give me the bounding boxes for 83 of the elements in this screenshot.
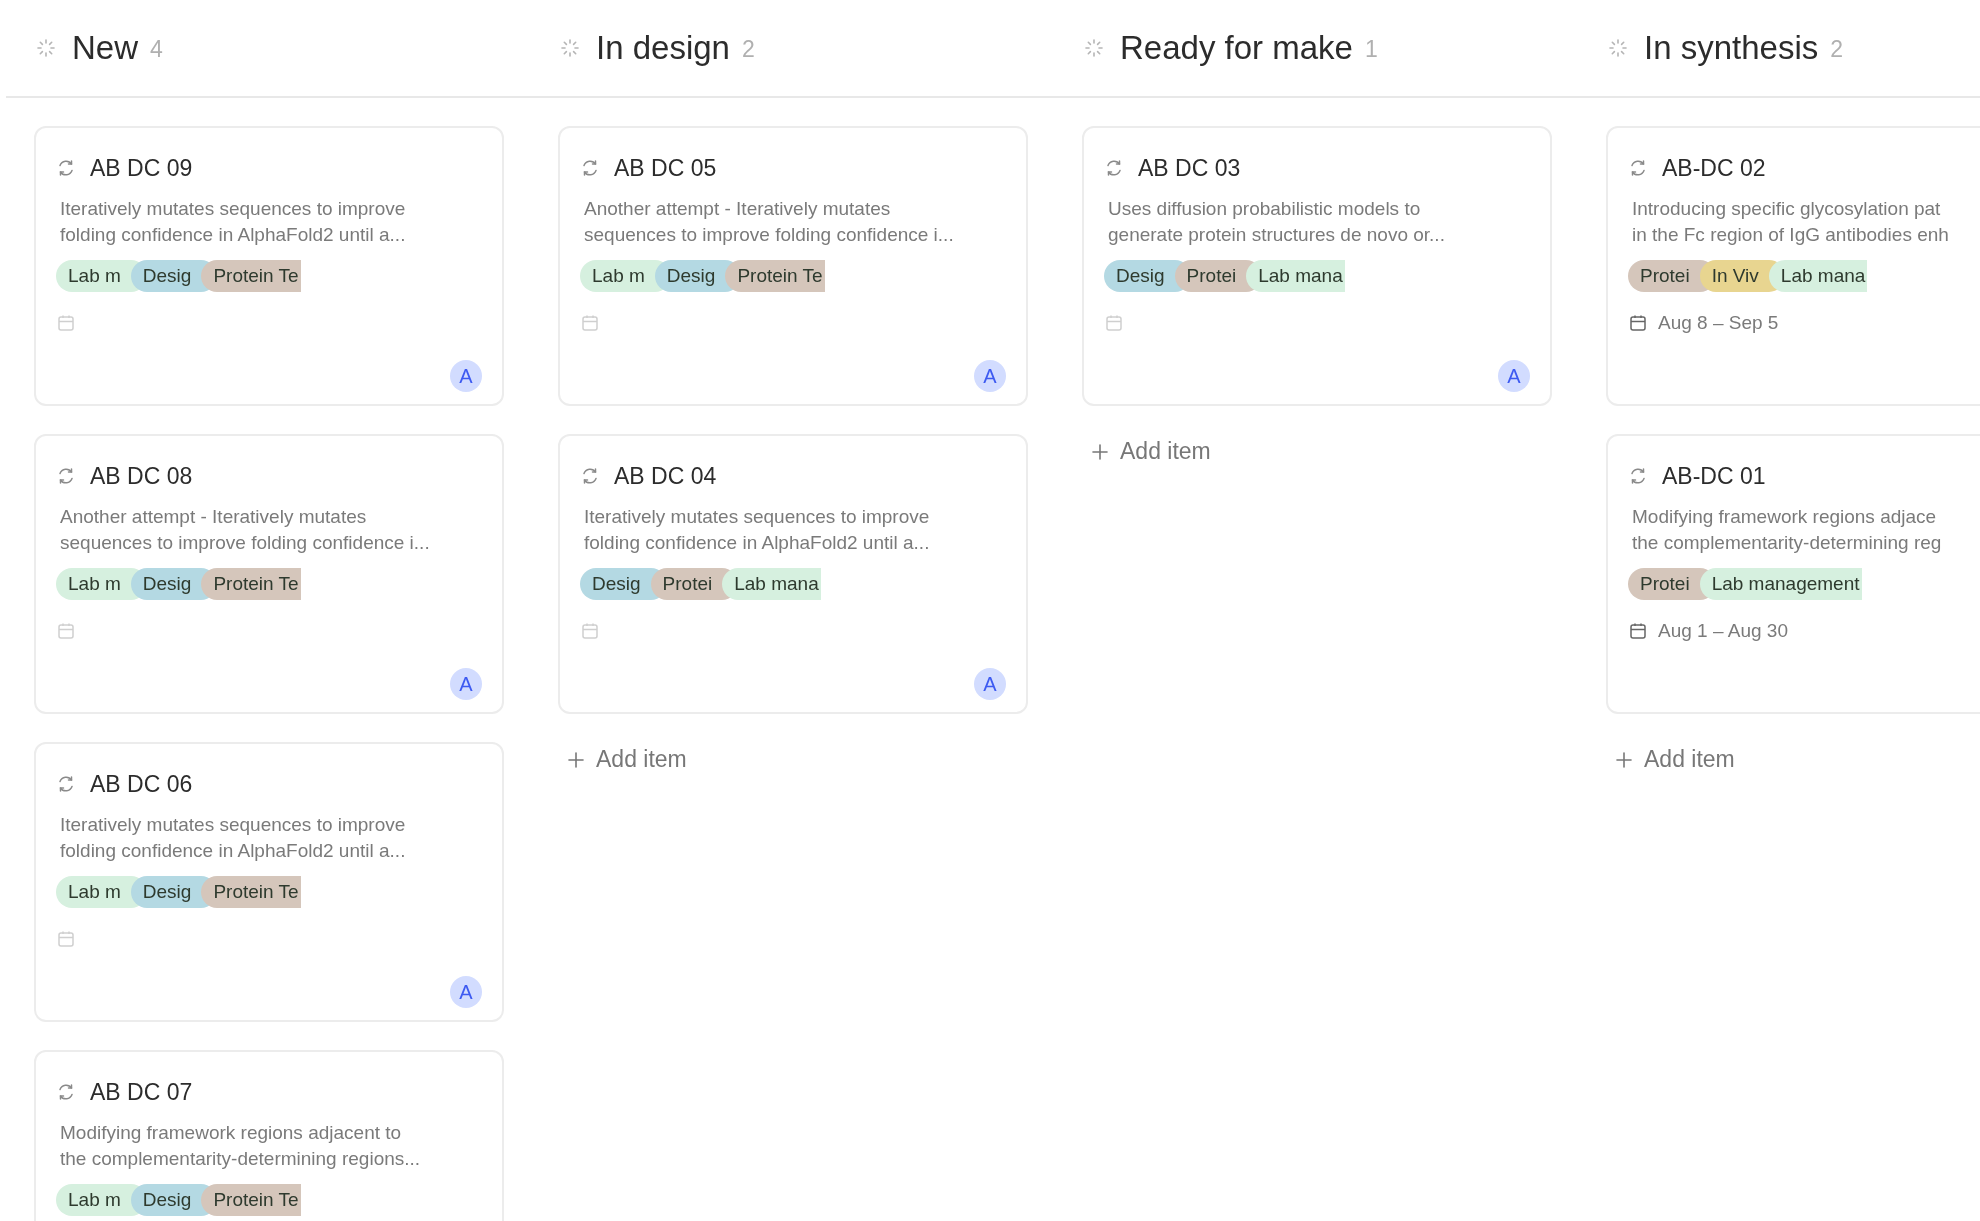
avatar[interactable]: A — [974, 360, 1006, 392]
card-description: generate protein structures de novo or... — [1108, 223, 1446, 247]
refresh-icon — [580, 158, 600, 178]
calendar-icon — [1104, 313, 1124, 333]
card-description: Uses diffusion probabilistic models to — [1108, 197, 1422, 221]
refresh-icon — [56, 466, 76, 486]
refresh-icon — [1104, 158, 1124, 178]
column-title: Ready for make — [1120, 29, 1353, 67]
tag: Lab mana — [1768, 260, 1868, 292]
card-description: Iteratively mutates sequences to improve — [584, 505, 931, 529]
column-title: In synthesis — [1644, 29, 1819, 67]
card-title: AB DC 08 — [90, 462, 193, 490]
card-description: sequences to improve folding confidence i... — [584, 223, 955, 247]
tag: Protein Te — [201, 260, 301, 292]
avatar[interactable]: A — [450, 360, 482, 392]
column-count: 1 — [1364, 36, 1378, 63]
card-title: AB DC 04 — [614, 462, 717, 490]
add-item-button[interactable]: Add item — [558, 746, 695, 773]
refresh-icon — [56, 774, 76, 794]
tag: Lab management — [1699, 568, 1862, 600]
column-count: 2 — [1830, 36, 1844, 63]
plus-icon — [1614, 749, 1634, 770]
tag: Protein Te — [201, 568, 301, 600]
refresh-icon — [56, 1082, 76, 1102]
card-description: Another attempt - Iteratively mutates — [60, 505, 368, 529]
calendar-icon — [56, 313, 76, 333]
calendar-icon — [1628, 621, 1648, 641]
card-description: Introducing specific glycosylation pat — [1632, 197, 1942, 221]
avatar[interactable]: A — [1498, 360, 1530, 392]
item-card[interactable]: AB DC 04 Iteratively mutates sequences to improve folding confidence in AlphaFold2 until a... Desig Protei Lab mana A — [558, 434, 1028, 714]
card-description: Another attempt - Iteratively mutates — [584, 197, 892, 221]
avatar[interactable]: A — [450, 976, 482, 1008]
refresh-icon — [1628, 466, 1648, 486]
refresh-icon — [1628, 158, 1648, 178]
card-title: AB DC 05 — [614, 154, 717, 182]
card-description: in the Fc region of IgG antibodies enh — [1632, 223, 1950, 247]
loader-icon — [1084, 38, 1104, 58]
loader-icon — [36, 38, 56, 58]
plus-icon — [1090, 441, 1110, 462]
card-title: AB DC 07 — [90, 1078, 193, 1106]
tag: Protein Te — [201, 876, 301, 908]
loader-icon — [560, 38, 580, 58]
refresh-icon — [56, 158, 76, 178]
card-description: folding confidence in AlphaFold2 until a... — [60, 839, 407, 863]
calendar-icon — [1628, 313, 1648, 333]
add-item-button[interactable]: Add item — [1606, 746, 1743, 773]
item-card[interactable]: AB-DC 02 Introducing specific glycosylation pat in the Fc region of IgG antibodies enh Protei In Viv Lab mana Aug 8 – Sep 5 — [1606, 126, 1980, 406]
calendar-icon — [56, 929, 76, 949]
item-card[interactable]: AB-DC 01 Modifying framework regions adjace the complementarity-determining reg Protei Lab management Aug 1 – Aug 30 — [1606, 434, 1980, 714]
card-description: folding confidence in AlphaFold2 until a... — [584, 531, 931, 555]
refresh-icon — [580, 466, 600, 486]
plus-icon — [566, 749, 586, 770]
date-range: Aug 1 – Aug 30 — [1658, 620, 1788, 642]
avatar[interactable]: A — [450, 668, 482, 700]
card-description: the complementarity-determining reg — [1632, 531, 1943, 555]
item-card[interactable]: AB DC 03 Uses diffusion probabilistic models to generate protein structures de novo or... Desig Protei Lab mana A — [1082, 126, 1552, 406]
add-item-button[interactable]: Add item — [1082, 438, 1219, 465]
column-count: 2 — [741, 36, 755, 63]
card-title: AB DC 09 — [90, 154, 193, 182]
card-description: sequences to improve folding confidence i... — [60, 531, 431, 555]
card-title: AB-DC 02 — [1662, 154, 1766, 182]
tag: Protein Te — [201, 1184, 301, 1216]
card-description: Iteratively mutates sequences to improve — [60, 197, 407, 221]
card-title: AB DC 03 — [1138, 154, 1241, 182]
date-range: Aug 8 – Sep 5 — [1658, 312, 1779, 334]
loader-icon — [1608, 38, 1628, 58]
tag: Lab mana — [1246, 260, 1345, 292]
avatar[interactable]: A — [974, 668, 1006, 700]
card-description: Iteratively mutates sequences to improve — [60, 813, 407, 837]
card-description: Modifying framework regions adjacent to — [60, 1121, 403, 1145]
calendar-icon — [580, 313, 600, 333]
card-title: AB-DC 01 — [1662, 462, 1766, 490]
tag: Protein Te — [725, 260, 825, 292]
column-title: New — [72, 29, 139, 67]
card-description: the complementarity-determining regions... — [60, 1147, 422, 1171]
tag: Lab mana — [722, 568, 821, 600]
card-description: Modifying framework regions adjace — [1632, 505, 1938, 529]
column-title: In design — [596, 29, 730, 67]
card-description: folding confidence in AlphaFold2 until a... — [60, 223, 407, 247]
calendar-icon — [56, 621, 76, 641]
card-title: AB DC 06 — [90, 770, 193, 798]
column-count: 4 — [150, 36, 163, 63]
calendar-icon — [580, 621, 600, 641]
